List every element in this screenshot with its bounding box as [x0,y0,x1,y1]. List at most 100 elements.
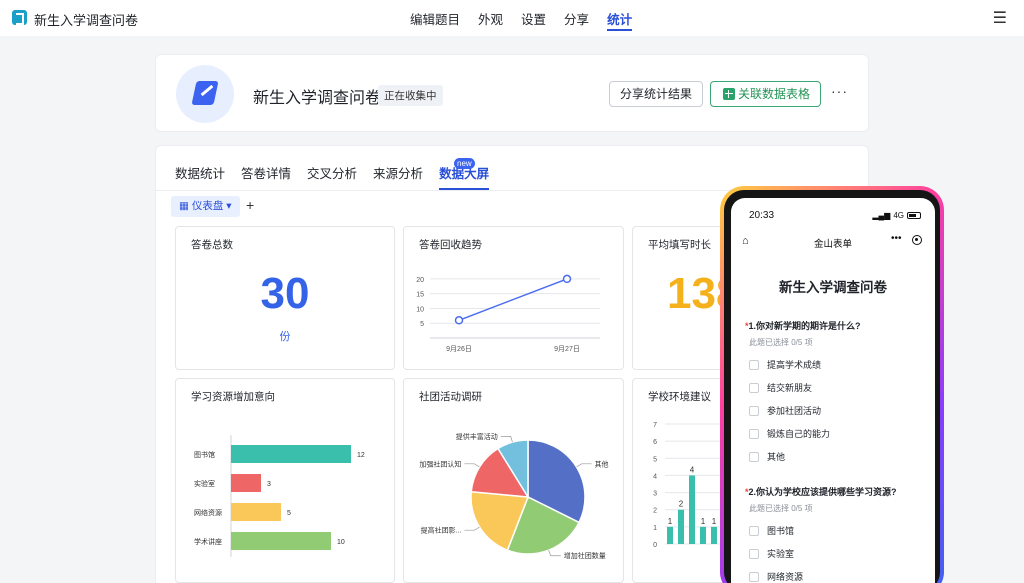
data-label: 12 [357,452,365,459]
y-tick-label: 5 [653,456,657,463]
bar [711,526,717,544]
widget-title: 答卷总数 [191,239,233,251]
widget-club-survey[interactable]: 社团活动调研 其他 增加社团数量 提高社团影... 加强社团认知 提供丰富活动 [403,378,624,583]
phone-more-icon[interactable]: ••• [891,233,902,244]
bar [231,503,281,521]
bar [678,509,684,544]
top-bar: 新生入学调查问卷 编辑题目 外观 设置 分享 统计 ☰ [0,0,1024,36]
q2-option[interactable]: 实验室 [749,547,794,560]
question-2-hint: 此题已选择 0/5 项 [749,504,813,513]
tab-data-stats[interactable]: 数据统计 [175,163,225,182]
label-line [464,526,480,531]
nav-settings[interactable]: 设置 [521,9,546,28]
nav-appearance[interactable]: 外观 [478,9,503,28]
main-nav: 编辑题目 外观 设置 分享 统计 [410,9,633,31]
widget-title: 平均填写时长 [648,239,711,251]
category-label: 学术讲座 [194,537,222,546]
phone-preview: 20:33 ▂▄▆ 4G ⌂ 金山表单 ••• 新生入学调查问卷 *1.你对新学… [720,186,944,583]
share-results-button[interactable]: 分享统计结果 [609,81,703,107]
label-line [576,463,592,468]
tab-answer-details[interactable]: 答卷详情 [241,163,291,182]
slice-label: 提高社团影... [421,526,462,535]
data-label: 10 [337,539,345,546]
bar [700,526,706,544]
total-responses-unit: 份 [279,331,291,343]
slice-label: 提供丰富活动 [456,432,498,441]
y-tick-label: 15 [416,292,424,299]
widget-total-responses[interactable]: 答卷总数 30 份 [175,226,395,370]
phone-close-icon[interactable] [912,235,922,245]
checkbox[interactable] [749,359,759,370]
dashboard-selector-label: 仪表盘 [191,200,224,212]
add-dashboard-button[interactable]: + [246,197,254,213]
bar [667,526,673,544]
new-badge: new [454,158,475,169]
form-logo-icon [12,10,27,25]
link-spreadsheet-label: 关联数据表格 [738,87,811,101]
nav-edit-questions[interactable]: 编辑题目 [410,9,460,28]
bar [231,474,261,492]
y-tick-label: 1 [653,525,657,532]
stats-tabs: 数据统计 答卷详情 交叉分析 来源分析 数据大屏 [175,163,490,190]
widget-collection-trend[interactable]: 答卷回收趋势 5 10 15 20 9月26日 9月27日 [403,226,624,370]
checkbox[interactable] [749,451,759,462]
checkbox[interactable] [749,548,759,559]
category-label: 图书馆 [194,450,215,459]
slice-label: 加强社团认知 [419,459,461,468]
data-label: 3 [267,481,271,488]
form-name: 新生入学调查问卷 [253,90,382,107]
q2-option[interactable]: 图书馆 [749,524,794,537]
label-line [464,463,480,468]
phone-time: 20:33 [749,210,775,221]
link-spreadsheet-button[interactable]: 关联数据表格 [710,81,821,107]
dashboard-selector[interactable]: ▦ 仪表盘 ▾ [171,196,240,217]
bar [231,445,351,463]
tab-source-analysis[interactable]: 来源分析 [373,163,423,182]
data-label: 1 [668,517,673,526]
hamburger-menu-icon[interactable]: ☰ [993,8,1007,28]
x-tick-label: 9月26日 [446,345,472,353]
q1-option[interactable]: 参加社团活动 [749,404,821,417]
bar [689,475,695,544]
checkbox[interactable] [749,405,759,416]
checkbox[interactable] [749,571,759,582]
question-1-hint: 此题已选择 0/5 项 [749,338,813,347]
x-tick-label: 9月27日 [554,345,580,353]
q2-option[interactable]: 网络资源 [749,570,803,583]
phone-form-title: 新生入学调查问卷 [779,280,887,295]
nav-share[interactable]: 分享 [564,9,589,28]
data-point [454,316,464,325]
q1-option[interactable]: 提高学术成绩 [749,358,821,371]
y-tick-label: 6 [653,439,657,446]
data-label: 1 [701,517,706,526]
data-label: 1 [712,517,717,526]
nav-statistics[interactable]: 统计 [607,9,633,31]
widget-resource-interest[interactable]: 学习资源增加意向 图书馆 12 实验室 3 网络资源 5 学术讲座 10 [175,378,395,583]
q1-option[interactable]: 结交新朋友 [749,381,812,394]
y-tick-label: 5 [420,321,424,328]
category-label: 网络资源 [194,508,222,517]
app-title: 新生入学调查问卷 [34,13,139,28]
q1-option[interactable]: 其他 [749,450,785,463]
battery-icon [907,212,921,219]
chevron-down-icon: ▾ [223,200,232,212]
checkbox[interactable] [749,525,759,536]
signal-icon: ▂▄▆ [872,211,891,220]
bar [231,532,331,550]
label-line [548,550,561,557]
more-options-icon[interactable]: ··· [831,83,848,99]
data-label: 4 [690,465,695,474]
y-tick-label: 0 [653,542,657,549]
checkbox[interactable] [749,382,759,393]
status-badge: 正在收集中 [378,85,443,106]
y-tick-label: 4 [653,473,657,480]
q1-option[interactable]: 锻炼自己的能力 [749,427,830,440]
tab-cross-analysis[interactable]: 交叉分析 [307,163,357,182]
slice-label: 增加社团数量 [564,551,606,560]
y-tick-label: 2 [653,508,657,515]
checkbox[interactable] [749,428,759,439]
form-cover-icon [176,65,234,123]
question-1: *1.你对新学期的期许是什么? [745,321,861,331]
series-line [458,278,568,321]
data-point [562,274,572,284]
